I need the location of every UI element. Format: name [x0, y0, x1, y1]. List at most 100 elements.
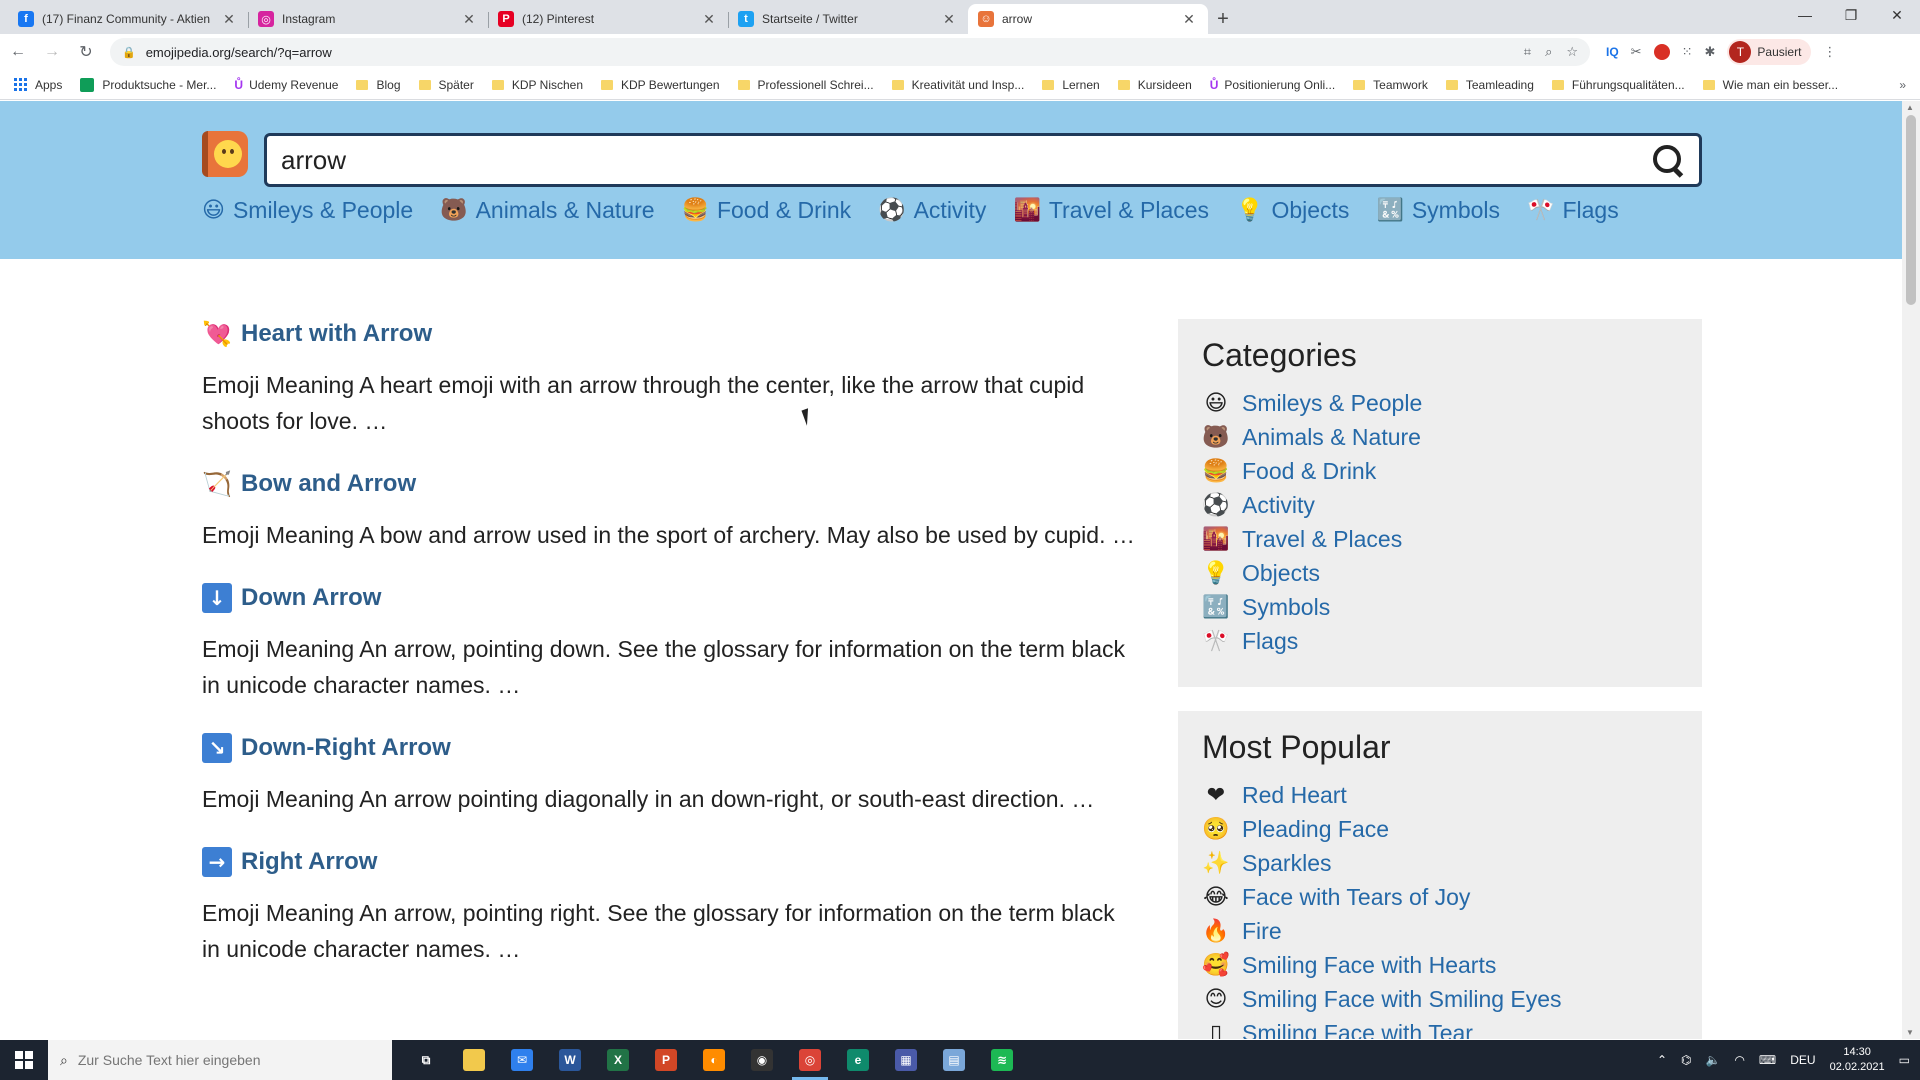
nav-category-objects[interactable]: 💡 Objects: [1236, 197, 1349, 224]
search-icon[interactable]: [1651, 143, 1685, 177]
taskbar-app[interactable]: X: [594, 1040, 642, 1080]
sidebar-category-link[interactable]: Animals & Nature: [1242, 424, 1421, 451]
close-window-button[interactable]: ✕: [1874, 0, 1920, 30]
taskbar-app[interactable]: ⧉: [402, 1040, 450, 1080]
popular-emoji-link[interactable]: Red Heart: [1242, 782, 1347, 809]
popular-emoji-link[interactable]: Smiling Face with Smiling Eyes: [1242, 986, 1562, 1013]
bookmark-item[interactable]: Lernen: [1042, 78, 1100, 92]
clock[interactable]: 14:30 02.02.2021: [1830, 1045, 1885, 1075]
back-button[interactable]: ←: [2, 36, 34, 68]
popular-emoji-link[interactable]: Sparkles: [1242, 850, 1331, 877]
reload-button[interactable]: ↻: [70, 36, 102, 68]
close-icon[interactable]: ✕: [1180, 11, 1198, 28]
sidebar-category-link[interactable]: Smileys & People: [1242, 390, 1422, 417]
taskbar-app[interactable]: ◐: [690, 1040, 738, 1080]
bookmark-item[interactable]: KDP Nischen: [491, 78, 583, 92]
popular-emoji-link[interactable]: Pleading Face: [1242, 816, 1389, 843]
nav-category-symbols[interactable]: 🔣 Symbols: [1376, 197, 1500, 224]
bookmark-item[interactable]: KDP Bewertungen: [601, 78, 720, 92]
taskbar-app[interactable]: ◎: [786, 1040, 834, 1080]
close-icon[interactable]: ✕: [460, 11, 478, 28]
taskbar-app[interactable]: ▤: [930, 1040, 978, 1080]
close-icon[interactable]: ✕: [700, 11, 718, 28]
bookmark-item[interactable]: Kursideen: [1117, 78, 1192, 92]
minimize-button[interactable]: —: [1782, 0, 1828, 30]
popular-emoji-link[interactable]: Fire: [1242, 918, 1282, 945]
new-tab-button[interactable]: +: [1208, 4, 1238, 34]
scroll-down-icon[interactable]: ▼: [1906, 1028, 1914, 1037]
result-title[interactable]: → Right Arrow: [202, 847, 1137, 877]
sidebar-category-link[interactable]: Symbols: [1242, 594, 1330, 621]
bookmark-item[interactable]: Professionell Schrei...: [737, 78, 874, 92]
bookmark-item[interactable]: Ů Positionierung Onli...: [1210, 78, 1335, 92]
popular-emoji-link[interactable]: Face with Tears of Joy: [1242, 884, 1470, 911]
bookmark-item[interactable]: Wie man ein besser...: [1702, 78, 1838, 92]
language-indicator[interactable]: DEU: [1790, 1053, 1815, 1067]
scroll-up-icon[interactable]: ▲: [1906, 103, 1914, 112]
nav-category-food-drink[interactable]: 🍔 Food & Drink: [682, 197, 852, 224]
volume-icon[interactable]: 🔈: [1705, 1053, 1720, 1067]
start-button[interactable]: [0, 1040, 48, 1080]
bookmark-item[interactable]: Produktsuche - Mer...: [80, 77, 216, 92]
bookmark-item[interactable]: Blog: [356, 78, 401, 92]
taskbar-app[interactable]: ▦: [882, 1040, 930, 1080]
profile-button[interactable]: T Pausiert: [1727, 39, 1812, 65]
adblock-extension-icon[interactable]: [1653, 44, 1670, 60]
popular-emoji-link[interactable]: Smiling Face with Hearts: [1242, 952, 1496, 979]
forward-button[interactable]: →: [36, 36, 68, 68]
taskbar-app[interactable]: e: [834, 1040, 882, 1080]
sidebar-category-link[interactable]: Travel & Places: [1242, 526, 1402, 553]
sidebar-category-link[interactable]: Food & Drink: [1242, 458, 1376, 485]
taskbar-search[interactable]: ⌕: [48, 1040, 392, 1080]
more-bookmarks-icon[interactable]: »: [1899, 78, 1906, 92]
browser-tab[interactable]: f (17) Finanz Community - Aktien ✕: [8, 4, 248, 34]
grid-extension-icon[interactable]: ⁙: [1682, 44, 1693, 60]
iq-extension-icon[interactable]: IQ: [1606, 45, 1619, 59]
bookmark-item[interactable]: Später: [418, 78, 474, 92]
sidebar-category-link[interactable]: Flags: [1242, 628, 1298, 655]
extension-icon[interactable]: ✂: [1631, 44, 1642, 60]
result-title[interactable]: ↘ Down-Right Arrow: [202, 733, 1137, 763]
bookmark-item[interactable]: Teamwork: [1353, 78, 1428, 92]
network-icon[interactable]: ⌬: [1681, 1053, 1691, 1067]
tray-expand-icon[interactable]: ⌃: [1657, 1053, 1667, 1067]
bookmark-item[interactable]: Teamleading: [1445, 78, 1534, 92]
close-icon[interactable]: ✕: [940, 11, 958, 28]
result-title[interactable]: 🏹 Bow and Arrow: [202, 469, 1137, 499]
nav-category-smileys-people[interactable]: 😃 Smileys & People: [202, 197, 413, 224]
bookmark-star-icon[interactable]: ☆: [1566, 44, 1578, 60]
taskbar-app[interactable]: ≋: [978, 1040, 1026, 1080]
page-scrollbar[interactable]: ▲ ▼: [1902, 101, 1920, 1039]
popular-emoji-link[interactable]: Smiling Face with Tear: [1242, 1020, 1473, 1040]
keyboard-icon[interactable]: ⌨: [1759, 1053, 1776, 1067]
search-input[interactable]: [281, 144, 1651, 176]
taskbar-search-input[interactable]: [77, 1052, 358, 1068]
scrollbar-thumb[interactable]: [1906, 115, 1916, 305]
browser-menu-icon[interactable]: ⋮: [1823, 44, 1836, 60]
notifications-icon[interactable]: ▭: [1899, 1053, 1910, 1067]
nav-category-travel-places[interactable]: 🌇 Travel & Places: [1013, 197, 1209, 224]
taskbar-app[interactable]: ◉: [738, 1040, 786, 1080]
taskbar-app[interactable]: [450, 1040, 498, 1080]
sidebar-category-link[interactable]: Activity: [1242, 492, 1315, 519]
bookmark-item[interactable]: Ů Udemy Revenue: [234, 78, 338, 92]
taskbar-app[interactable]: W: [546, 1040, 594, 1080]
close-icon[interactable]: ✕: [220, 11, 238, 28]
nav-category-activity[interactable]: ⚽ Activity: [878, 197, 986, 224]
zoom-icon[interactable]: ⌕: [1545, 44, 1552, 60]
restore-button[interactable]: ❐: [1828, 0, 1874, 30]
address-bar[interactable]: 🔒 emojipedia.org/search/?q=arrow ⌗ ⌕ ☆: [110, 38, 1590, 66]
taskbar-app[interactable]: P: [642, 1040, 690, 1080]
taskbar-app[interactable]: ✉: [498, 1040, 546, 1080]
wifi-icon[interactable]: ◠: [1734, 1053, 1744, 1067]
browser-tab[interactable]: ◎ Instagram ✕: [248, 4, 488, 34]
browser-tab[interactable]: P (12) Pinterest ✕: [488, 4, 728, 34]
emojipedia-logo[interactable]: [202, 131, 248, 177]
result-title[interactable]: 💘 Heart with Arrow: [202, 319, 1137, 349]
bookmark-item[interactable]: Führungsqualitäten...: [1551, 78, 1685, 92]
browser-tab[interactable]: ☺ arrow ✕: [968, 4, 1208, 34]
browser-tab[interactable]: t Startseite / Twitter ✕: [728, 4, 968, 34]
puzzle-icon[interactable]: ✱: [1704, 44, 1715, 60]
translate-icon[interactable]: ⌗: [1524, 44, 1531, 60]
bookmark-item[interactable]: Kreativität und Insp...: [891, 78, 1024, 92]
